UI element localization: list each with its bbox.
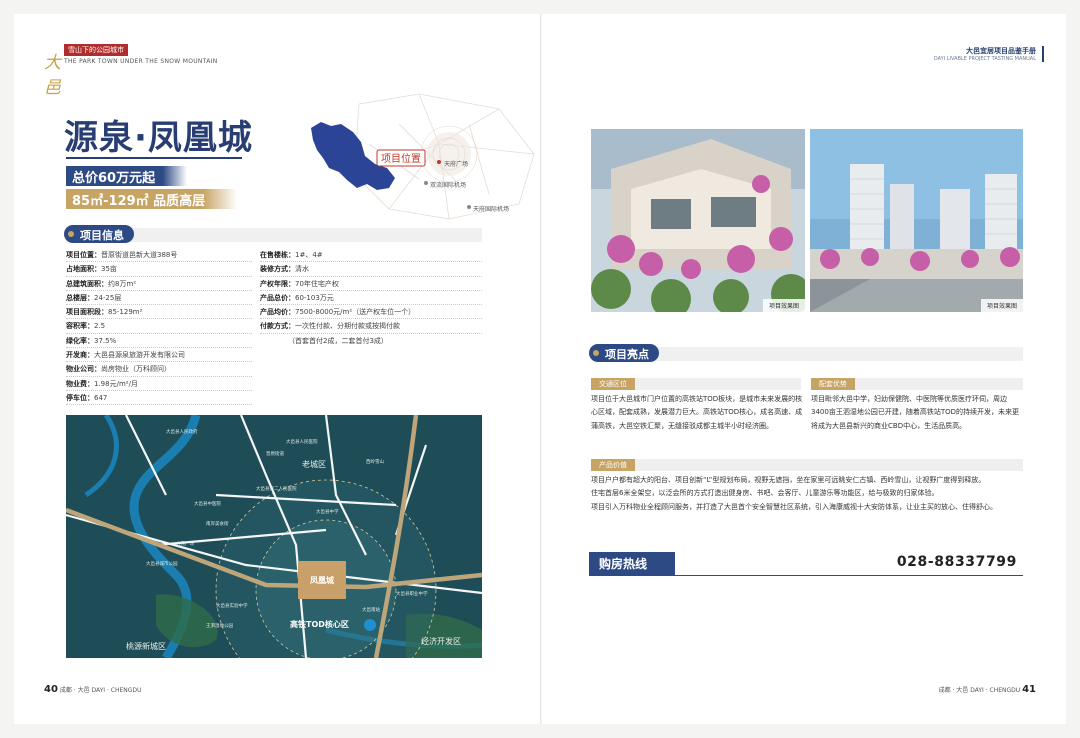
place-label: 大邑县第二人民医院: [256, 485, 297, 492]
footer-left-text: 成都 · 大邑 DAYI · CHENGDU: [59, 687, 142, 694]
info-row: 容积率：2.5: [66, 319, 252, 334]
district-map: 凤凰城 老城区 桃源新城区 经济开发区 高铁TOD核心区 大邑县人民政府 人民广…: [66, 415, 482, 658]
location-marker-label: 项目位置: [381, 152, 421, 165]
towers-rendering-image: [810, 129, 1023, 312]
hotline-bar: 购房热线 028-88337799: [589, 552, 1023, 576]
price-badge: 总价60万元起: [66, 166, 188, 186]
info-row: 总建筑面积：约8万m²: [66, 277, 252, 291]
pill-dot-icon: [593, 350, 599, 356]
tianfu-airport-dot: [467, 205, 471, 209]
project-site-label: 凤凰城: [310, 575, 334, 585]
info-column-right: 在售楼栋：1#、4# 装修方式：清水 产权年限：70年住宅产权 产品总价：60-…: [260, 248, 482, 348]
info-row: 占地面积：35亩: [66, 262, 252, 277]
highlights-section-header: 项目亮点: [589, 344, 1023, 362]
place-label: 大邑县城市公园: [146, 560, 178, 567]
product-tag-bar: [591, 459, 1023, 471]
terrace-rendering-image: [591, 129, 805, 312]
info-row: 物业费：1.98元/m²/月: [66, 377, 252, 391]
traffic-text: 项目位于大邑城市门户位置的高铁站TOD板块，是城市未来发展的核心区域，配套成熟，…: [591, 395, 803, 430]
product-line: 项目户户都有超大的阳台、项目创新“L”型规划布局，视野无遮挡，坐在家里可远眺安仁…: [591, 476, 986, 484]
tod-label: 高铁TOD核心区: [290, 619, 349, 629]
footer-right-text: 成都 · 大邑 DAYI · CHENGDU: [938, 687, 1021, 694]
brand-logo: 大邑: [44, 53, 61, 98]
brand-tagline: 雪山下的公园城市: [64, 44, 128, 56]
product-text: 项目户户都有超大的阳台、项目创新“L”型规划布局，视野无遮挡，坐在家里可远眺安仁…: [591, 474, 1023, 514]
info-row: 产权年限：70年住宅产权: [260, 277, 482, 291]
area-badge: 85㎡-129㎡ 品质高层: [66, 189, 238, 209]
highlights-section-title: 项目亮点: [605, 348, 649, 361]
place-label: 大邑南站: [362, 606, 380, 613]
district-label-old-town: 老城区: [302, 459, 326, 469]
place-label: 大邑县人民医院: [286, 438, 318, 445]
photo-caption: 项目效果图: [980, 299, 1023, 312]
footer-left: 40 成都 · 大邑 DAYI · CHENGDU: [44, 684, 141, 695]
train-station-icon: [364, 619, 376, 631]
info-section-header: 项目信息: [64, 225, 482, 243]
info-row: 付款方式：一次性付款、分期付款或按揭付款: [260, 319, 482, 334]
facilities-text: 项目毗邻大邑中学，妇幼保健院、中医院等优质医疗环伺，周边3400亩王泗湿地公园已…: [811, 395, 1019, 430]
info-row: 在售楼栋：1#、4#: [260, 248, 482, 263]
map-label-tianfu-airport: 天府国际机场: [473, 205, 509, 213]
page-number-left: 40: [44, 684, 58, 695]
info-row: 物业公司：尚房物业（万科顾问）: [66, 362, 252, 377]
map-label-shuangliu-airport: 双流国际机场: [430, 181, 466, 189]
info-row: 产品均价：7500-8000元/m²（送产权车位一个）: [260, 305, 482, 320]
photo-caption: 项目效果图: [762, 299, 805, 312]
map-label-tianfu-square: 天府广场: [444, 160, 468, 168]
header-accent-bar: [1042, 46, 1044, 62]
rendering-photo-1: 项目效果图: [591, 129, 805, 312]
rendering-photo-2: 项目效果图: [810, 129, 1023, 312]
highlights-section-pill: 项目亮点: [589, 344, 659, 362]
info-row: 停车位：647: [66, 391, 252, 406]
hotline-number[interactable]: 028-88337799: [897, 554, 1017, 570]
page-number-right: 41: [1022, 684, 1036, 695]
info-row: 项目位置：晋原街道邑新大道388号: [66, 248, 252, 263]
magazine-spread: 大邑 雪山下的公园城市 THE PARK TOWN UNDER THE SNOW…: [14, 14, 1066, 724]
tianfu-square-dot: [437, 160, 441, 164]
place-label: 大邑县职业中学: [396, 590, 428, 597]
info-row: （首套首付2成，二套首付3成）: [288, 336, 388, 345]
place-label: 西岭雪山: [366, 458, 384, 465]
place-label: 晋原街道: [266, 450, 284, 457]
product-line: 住宅首层6米全架空，以泛会所的方式打造出健身房、书吧、会客厅、儿童游乐等功能区，…: [591, 489, 939, 498]
info-row: 绿化率：37.5%: [66, 334, 252, 349]
hotline-rule: [675, 575, 1023, 576]
info-row: 产品总价：60-103万元: [260, 291, 482, 306]
shuangliu-airport-dot: [424, 181, 428, 185]
title-underline: [66, 157, 242, 159]
facilities-tag: 配套优势: [811, 378, 855, 390]
product-line: 项目引入万科物业全程顾问服务，并打造了大邑首个安全智慧社区系统，引入海康威视十大…: [591, 502, 997, 511]
info-section-pill: 项目信息: [64, 225, 134, 243]
footer-right: 成都 · 大邑 DAYI · CHENGDU 41: [939, 684, 1036, 695]
info-row: 开发商：大邑县源泉旅游开发有限公司: [66, 348, 252, 363]
location-map: 项目位置 天府广场 双流国际机场 天府国际机场: [311, 93, 535, 220]
hotline-label: 购房热线: [589, 552, 675, 576]
traffic-tag: 交通区位: [591, 378, 635, 390]
info-row: 装修方式：清水: [260, 262, 482, 277]
info-row: 总楼层：24-25层: [66, 291, 252, 306]
district-label-taoyuan: 桃源新城区: [126, 641, 166, 651]
header-right: 大邑宜居项目品鉴手册 DAYI LIVABLE PROJECT TASTING …: [933, 46, 1044, 62]
page-spine: [540, 14, 542, 724]
pill-dot-icon: [68, 231, 74, 237]
place-label: 人民广场: [176, 540, 194, 547]
district-label-econ-dev: 经济开发区: [421, 636, 461, 646]
info-column-left: 项目位置：晋原街道邑新大道388号 占地面积：35亩 总建筑面积：约8万m² 总…: [66, 248, 252, 406]
place-label: 大邑县中学: [316, 508, 339, 515]
info-row: 项目面积段：85-129m²: [66, 305, 252, 320]
product-tag: 产品价值: [591, 459, 635, 471]
place-label: 王泗湿地公园: [206, 622, 233, 629]
manual-subtitle: DAYI LIVABLE PROJECT TASTING MANUAL: [933, 56, 1036, 62]
manual-title: 大邑宜居项目品鉴手册: [966, 47, 1036, 55]
place-label: 大邑县人民政府: [166, 428, 198, 435]
place-label: 大邑县中医院: [194, 500, 221, 507]
place-label: 南岸美食街: [206, 520, 229, 527]
info-section-title: 项目信息: [80, 229, 124, 242]
place-label: 大邑县实验中学: [216, 602, 248, 609]
project-title: 源泉·凤凰城: [64, 118, 253, 158]
brand-subtitle: THE PARK TOWN UNDER THE SNOW MOUNTAIN: [64, 58, 218, 65]
